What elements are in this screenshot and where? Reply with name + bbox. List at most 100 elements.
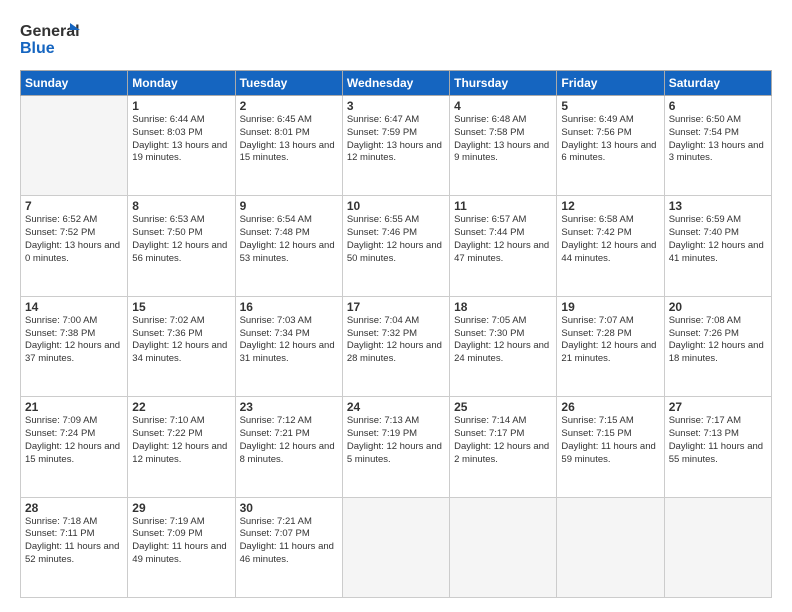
- day-info: Sunrise: 6:52 AM Sunset: 7:52 PM Dayligh…: [25, 214, 123, 265]
- day-info: Sunrise: 7:21 AM Sunset: 7:07 PM Dayligh…: [240, 516, 338, 567]
- day-info: Sunrise: 6:44 AM Sunset: 8:03 PM Dayligh…: [132, 114, 230, 165]
- calendar-cell: 22Sunrise: 7:10 AM Sunset: 7:22 PM Dayli…: [128, 397, 235, 497]
- calendar-week-4: 21Sunrise: 7:09 AM Sunset: 7:24 PM Dayli…: [21, 397, 772, 497]
- calendar-cell: 28Sunrise: 7:18 AM Sunset: 7:11 PM Dayli…: [21, 497, 128, 597]
- day-info: Sunrise: 7:13 AM Sunset: 7:19 PM Dayligh…: [347, 415, 445, 466]
- weekday-header-sunday: Sunday: [21, 71, 128, 96]
- calendar-cell: 26Sunrise: 7:15 AM Sunset: 7:15 PM Dayli…: [557, 397, 664, 497]
- day-info: Sunrise: 7:17 AM Sunset: 7:13 PM Dayligh…: [669, 415, 767, 466]
- calendar-cell: [450, 497, 557, 597]
- calendar-cell: [664, 497, 771, 597]
- day-info: Sunrise: 6:48 AM Sunset: 7:58 PM Dayligh…: [454, 114, 552, 165]
- day-number: 7: [25, 199, 123, 213]
- day-info: Sunrise: 7:03 AM Sunset: 7:34 PM Dayligh…: [240, 315, 338, 366]
- day-info: Sunrise: 6:54 AM Sunset: 7:48 PM Dayligh…: [240, 214, 338, 265]
- day-info: Sunrise: 7:15 AM Sunset: 7:15 PM Dayligh…: [561, 415, 659, 466]
- calendar-cell: 17Sunrise: 7:04 AM Sunset: 7:32 PM Dayli…: [342, 296, 449, 396]
- weekday-header-saturday: Saturday: [664, 71, 771, 96]
- day-info: Sunrise: 6:57 AM Sunset: 7:44 PM Dayligh…: [454, 214, 552, 265]
- header: GeneralBlue: [20, 18, 772, 60]
- day-number: 21: [25, 400, 123, 414]
- day-number: 14: [25, 300, 123, 314]
- day-number: 30: [240, 501, 338, 515]
- day-info: Sunrise: 7:12 AM Sunset: 7:21 PM Dayligh…: [240, 415, 338, 466]
- calendar-cell: 9Sunrise: 6:54 AM Sunset: 7:48 PM Daylig…: [235, 196, 342, 296]
- day-number: 18: [454, 300, 552, 314]
- day-info: Sunrise: 6:59 AM Sunset: 7:40 PM Dayligh…: [669, 214, 767, 265]
- calendar-cell: [342, 497, 449, 597]
- calendar-cell: 4Sunrise: 6:48 AM Sunset: 7:58 PM Daylig…: [450, 96, 557, 196]
- calendar-cell: 14Sunrise: 7:00 AM Sunset: 7:38 PM Dayli…: [21, 296, 128, 396]
- day-info: Sunrise: 6:58 AM Sunset: 7:42 PM Dayligh…: [561, 214, 659, 265]
- day-number: 15: [132, 300, 230, 314]
- day-number: 3: [347, 99, 445, 113]
- day-info: Sunrise: 7:14 AM Sunset: 7:17 PM Dayligh…: [454, 415, 552, 466]
- calendar-cell: 16Sunrise: 7:03 AM Sunset: 7:34 PM Dayli…: [235, 296, 342, 396]
- calendar-cell: 11Sunrise: 6:57 AM Sunset: 7:44 PM Dayli…: [450, 196, 557, 296]
- weekday-header-monday: Monday: [128, 71, 235, 96]
- logo: GeneralBlue: [20, 18, 80, 60]
- day-info: Sunrise: 6:45 AM Sunset: 8:01 PM Dayligh…: [240, 114, 338, 165]
- day-info: Sunrise: 7:10 AM Sunset: 7:22 PM Dayligh…: [132, 415, 230, 466]
- page: GeneralBlue SundayMondayTuesdayWednesday…: [0, 0, 792, 612]
- day-number: 12: [561, 199, 659, 213]
- day-number: 24: [347, 400, 445, 414]
- day-number: 4: [454, 99, 552, 113]
- day-number: 20: [669, 300, 767, 314]
- calendar-cell: 13Sunrise: 6:59 AM Sunset: 7:40 PM Dayli…: [664, 196, 771, 296]
- weekday-header-thursday: Thursday: [450, 71, 557, 96]
- day-number: 2: [240, 99, 338, 113]
- day-info: Sunrise: 7:02 AM Sunset: 7:36 PM Dayligh…: [132, 315, 230, 366]
- calendar-cell: [557, 497, 664, 597]
- calendar-cell: 15Sunrise: 7:02 AM Sunset: 7:36 PM Dayli…: [128, 296, 235, 396]
- calendar-cell: 21Sunrise: 7:09 AM Sunset: 7:24 PM Dayli…: [21, 397, 128, 497]
- calendar-cell: 25Sunrise: 7:14 AM Sunset: 7:17 PM Dayli…: [450, 397, 557, 497]
- day-number: 11: [454, 199, 552, 213]
- day-info: Sunrise: 6:53 AM Sunset: 7:50 PM Dayligh…: [132, 214, 230, 265]
- weekday-header-wednesday: Wednesday: [342, 71, 449, 96]
- day-info: Sunrise: 7:09 AM Sunset: 7:24 PM Dayligh…: [25, 415, 123, 466]
- day-number: 16: [240, 300, 338, 314]
- calendar-cell: 3Sunrise: 6:47 AM Sunset: 7:59 PM Daylig…: [342, 96, 449, 196]
- calendar-cell: 29Sunrise: 7:19 AM Sunset: 7:09 PM Dayli…: [128, 497, 235, 597]
- calendar-cell: 20Sunrise: 7:08 AM Sunset: 7:26 PM Dayli…: [664, 296, 771, 396]
- calendar-cell: 19Sunrise: 7:07 AM Sunset: 7:28 PM Dayli…: [557, 296, 664, 396]
- day-info: Sunrise: 7:07 AM Sunset: 7:28 PM Dayligh…: [561, 315, 659, 366]
- day-info: Sunrise: 7:19 AM Sunset: 7:09 PM Dayligh…: [132, 516, 230, 567]
- calendar-cell: 10Sunrise: 6:55 AM Sunset: 7:46 PM Dayli…: [342, 196, 449, 296]
- calendar-cell: 7Sunrise: 6:52 AM Sunset: 7:52 PM Daylig…: [21, 196, 128, 296]
- calendar-cell: 1Sunrise: 6:44 AM Sunset: 8:03 PM Daylig…: [128, 96, 235, 196]
- day-info: Sunrise: 6:49 AM Sunset: 7:56 PM Dayligh…: [561, 114, 659, 165]
- calendar-cell: 12Sunrise: 6:58 AM Sunset: 7:42 PM Dayli…: [557, 196, 664, 296]
- weekday-header-row: SundayMondayTuesdayWednesdayThursdayFrid…: [21, 71, 772, 96]
- day-number: 27: [669, 400, 767, 414]
- calendar-cell: 8Sunrise: 6:53 AM Sunset: 7:50 PM Daylig…: [128, 196, 235, 296]
- weekday-header-tuesday: Tuesday: [235, 71, 342, 96]
- day-number: 22: [132, 400, 230, 414]
- calendar-cell: 23Sunrise: 7:12 AM Sunset: 7:21 PM Dayli…: [235, 397, 342, 497]
- day-number: 6: [669, 99, 767, 113]
- calendar-table: SundayMondayTuesdayWednesdayThursdayFrid…: [20, 70, 772, 598]
- calendar-cell: 5Sunrise: 6:49 AM Sunset: 7:56 PM Daylig…: [557, 96, 664, 196]
- weekday-header-friday: Friday: [557, 71, 664, 96]
- day-info: Sunrise: 7:18 AM Sunset: 7:11 PM Dayligh…: [25, 516, 123, 567]
- day-info: Sunrise: 7:05 AM Sunset: 7:30 PM Dayligh…: [454, 315, 552, 366]
- day-info: Sunrise: 7:00 AM Sunset: 7:38 PM Dayligh…: [25, 315, 123, 366]
- calendar-cell: 27Sunrise: 7:17 AM Sunset: 7:13 PM Dayli…: [664, 397, 771, 497]
- calendar-cell: 2Sunrise: 6:45 AM Sunset: 8:01 PM Daylig…: [235, 96, 342, 196]
- calendar-cell: 30Sunrise: 7:21 AM Sunset: 7:07 PM Dayli…: [235, 497, 342, 597]
- day-number: 19: [561, 300, 659, 314]
- day-number: 25: [454, 400, 552, 414]
- day-number: 9: [240, 199, 338, 213]
- calendar-cell: 24Sunrise: 7:13 AM Sunset: 7:19 PM Dayli…: [342, 397, 449, 497]
- day-number: 1: [132, 99, 230, 113]
- day-number: 28: [25, 501, 123, 515]
- day-info: Sunrise: 6:47 AM Sunset: 7:59 PM Dayligh…: [347, 114, 445, 165]
- day-number: 29: [132, 501, 230, 515]
- calendar-cell: 6Sunrise: 6:50 AM Sunset: 7:54 PM Daylig…: [664, 96, 771, 196]
- calendar-week-5: 28Sunrise: 7:18 AM Sunset: 7:11 PM Dayli…: [21, 497, 772, 597]
- day-info: Sunrise: 6:55 AM Sunset: 7:46 PM Dayligh…: [347, 214, 445, 265]
- calendar-week-3: 14Sunrise: 7:00 AM Sunset: 7:38 PM Dayli…: [21, 296, 772, 396]
- calendar-cell: [21, 96, 128, 196]
- day-number: 10: [347, 199, 445, 213]
